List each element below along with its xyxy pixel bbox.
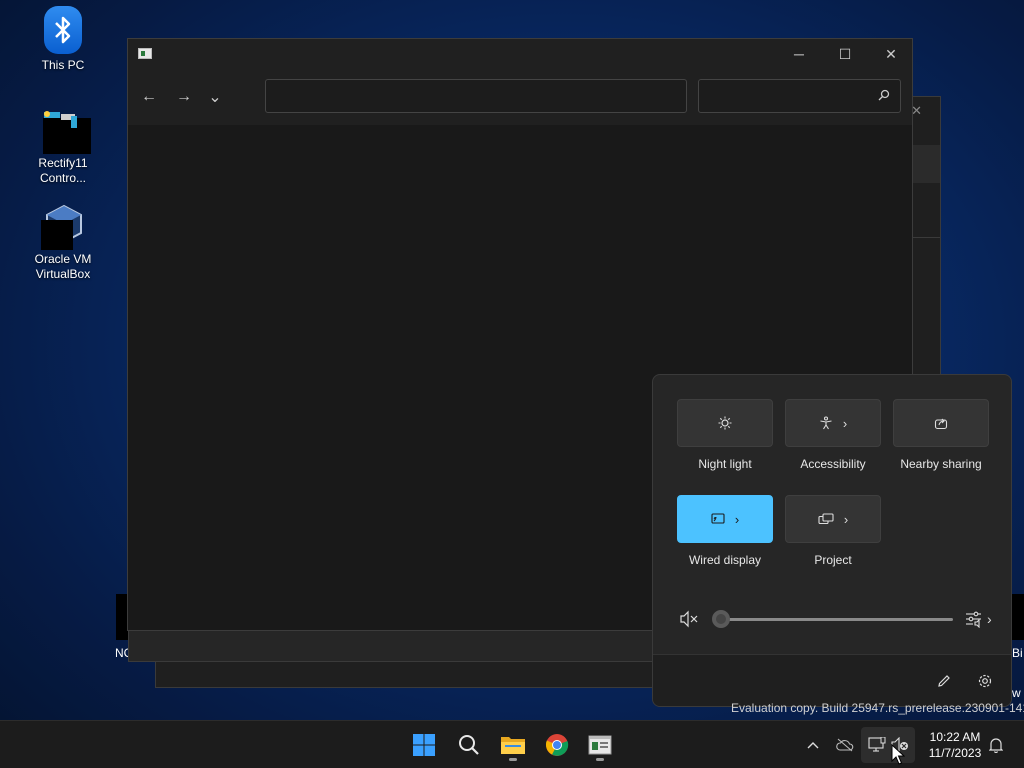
quick-settings-footer xyxy=(653,654,1011,706)
desktop-icon-label: This PC xyxy=(41,58,85,72)
desktop-icon-rectify11[interactable]: Rectify11 Contro... xyxy=(22,108,104,186)
clock[interactable]: 10:22 AM 11/7/2023 xyxy=(920,729,990,761)
taskbar-control-panel[interactable] xyxy=(580,727,620,763)
desktop-icon-virtualbox[interactable]: Oracle VM VirtualBox xyxy=(22,204,104,282)
tile-label: Nearby sharing xyxy=(900,457,982,471)
audio-mixer-icon xyxy=(966,611,981,628)
tile-label: Wired display xyxy=(688,553,762,567)
maximize-button[interactable]: ☐ xyxy=(822,39,868,69)
volume-slider-thumb[interactable] xyxy=(712,610,730,628)
chevron-right-icon: › xyxy=(842,415,848,431)
desktop-partial-label: Bi xyxy=(1012,646,1023,660)
project-icon xyxy=(818,513,834,525)
back-button[interactable]: ← xyxy=(135,85,163,109)
clock-date: 11/7/2023 xyxy=(928,746,982,760)
taskbar-file-explorer[interactable] xyxy=(493,727,533,763)
bluetooth-icon xyxy=(44,6,82,54)
edit-quick-settings-button[interactable] xyxy=(934,671,954,691)
settings-button[interactable] xyxy=(975,671,995,691)
running-indicator xyxy=(596,758,604,761)
recent-locations-button[interactable]: ⌄ xyxy=(201,85,229,109)
mouse-cursor-icon xyxy=(891,743,906,768)
control-panel-icon xyxy=(588,735,612,755)
file-explorer-icon xyxy=(501,737,525,754)
show-hidden-icons-button[interactable] xyxy=(801,733,825,757)
chevron-right-icon: › xyxy=(734,511,740,527)
quick-settings-panel: Night light › Accessibility Nearby shari… xyxy=(652,374,1012,707)
virtualbox-icon xyxy=(41,204,85,250)
audio-output-button[interactable]: › xyxy=(965,610,992,628)
arrow-right-icon: → xyxy=(176,88,192,105)
nearby-sharing-icon xyxy=(934,418,948,430)
desktop-icon-this-pc[interactable]: This PC xyxy=(22,6,104,73)
accessibility-icon xyxy=(820,416,832,430)
search-icon xyxy=(878,89,890,104)
tile-wired-display[interactable]: › xyxy=(677,495,773,543)
tile-night-light[interactable] xyxy=(677,399,773,447)
divider xyxy=(912,237,940,238)
title-bar[interactable]: ─ ☐ ✕ xyxy=(128,39,912,69)
window-panel xyxy=(912,145,940,183)
night-light-icon xyxy=(718,416,732,430)
minimize-button[interactable]: ─ xyxy=(776,39,822,69)
cloud-off-icon xyxy=(836,738,854,752)
onedrive-tray-icon[interactable] xyxy=(833,733,857,757)
chrome-icon xyxy=(545,734,569,756)
tile-label: Project xyxy=(814,553,852,567)
pencil-icon xyxy=(938,675,950,687)
bell-icon xyxy=(989,738,1003,753)
network-icon xyxy=(868,737,886,752)
desktop-icon-label: Oracle VM VirtualBox xyxy=(34,252,92,281)
desktop-icon-label: Rectify11 Contro... xyxy=(38,156,88,185)
desktop-icon-obscured xyxy=(1012,594,1024,640)
taskbar-search-button[interactable] xyxy=(449,727,489,763)
background-window-status xyxy=(128,630,658,662)
desktop-partial-label: w xyxy=(1012,686,1021,700)
gear-icon xyxy=(978,674,992,688)
tile-label: Accessibility xyxy=(800,457,866,471)
running-indicator xyxy=(509,758,517,761)
start-button[interactable] xyxy=(404,727,444,763)
tile-project[interactable]: › xyxy=(785,495,881,543)
notifications-button[interactable] xyxy=(984,733,1008,757)
tile-label: Night light xyxy=(698,457,752,471)
taskbar: 10:22 AM 11/7/2023 xyxy=(0,720,1024,768)
search-icon xyxy=(459,735,479,755)
volume-row: › xyxy=(653,601,1011,641)
search-input[interactable] xyxy=(698,79,901,113)
tile-accessibility[interactable]: › xyxy=(785,399,881,447)
taskbar-chrome[interactable] xyxy=(537,727,577,763)
chevron-up-icon xyxy=(807,742,819,749)
app-icon xyxy=(138,48,152,59)
evaluation-watermark: Evaluation copy. Build 25947.rs_prerelea… xyxy=(731,701,1024,715)
close-button[interactable]: ✕ xyxy=(868,39,914,69)
chevron-right-icon: › xyxy=(987,611,992,627)
volume-slider-track[interactable] xyxy=(721,618,953,621)
cast-icon xyxy=(711,513,725,524)
chevron-down-icon: ⌄ xyxy=(208,89,222,106)
start-icon xyxy=(413,734,435,756)
quick-settings-tray-button[interactable] xyxy=(861,727,915,763)
arrow-left-icon: ← xyxy=(141,88,157,105)
address-bar[interactable] xyxy=(265,79,687,113)
control-panel-icon xyxy=(41,108,91,154)
volume-mute-icon[interactable] xyxy=(679,610,699,633)
clock-time: 10:22 AM xyxy=(929,730,981,744)
forward-button[interactable]: → xyxy=(170,85,198,109)
tile-nearby-sharing[interactable] xyxy=(893,399,989,447)
chevron-right-icon: › xyxy=(843,511,849,527)
